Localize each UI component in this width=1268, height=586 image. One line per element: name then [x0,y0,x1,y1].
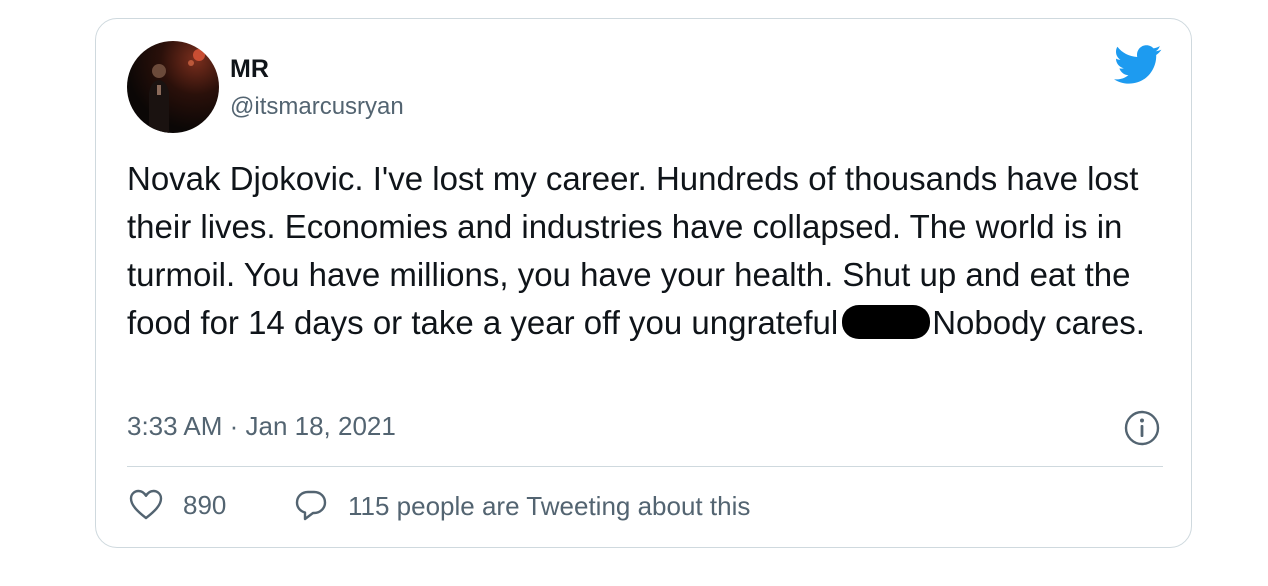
avatar[interactable] [127,41,219,133]
author-handle[interactable]: @itsmarcusryan [230,93,404,121]
likes-count: 890 [183,489,227,520]
heart-icon [129,489,163,520]
info-icon[interactable] [1123,409,1161,447]
redaction-mark [842,305,931,339]
tweet-text-end: Nobody cares. [932,304,1145,341]
tweet-card[interactable]: MR @itsmarcusryan Novak Djokovic. I've l… [95,18,1192,548]
avatar-photo [149,49,205,133]
reply-bubble-icon [295,490,327,521]
tweeting-about-text: 115 people are Tweeting about this [348,490,751,521]
author-name[interactable]: MR [230,55,269,84]
like-button[interactable]: 890 [129,489,226,521]
reply-button[interactable]: 115 people are Tweeting about this [294,489,750,523]
tweet-text: Novak Djokovic. I've lost my career. Hun… [127,155,1167,347]
twitter-bird-icon[interactable] [1114,45,1162,85]
divider [127,466,1163,467]
tweet-timestamp[interactable]: 3:33 AM · Jan 18, 2021 [127,411,396,442]
